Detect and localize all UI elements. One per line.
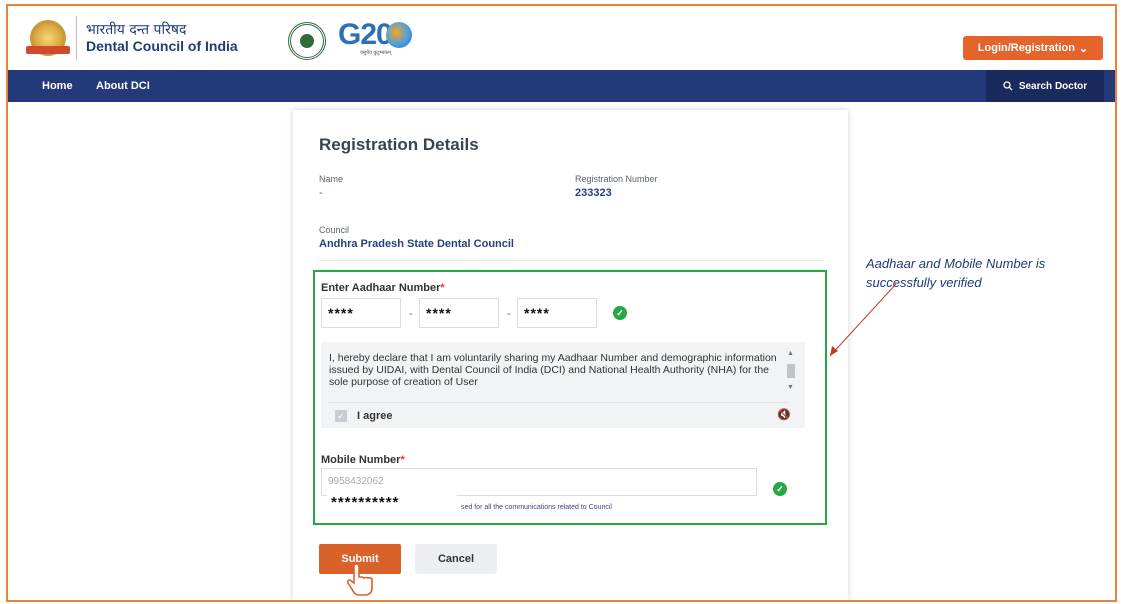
aadhaar-input-part2[interactable]: **** — [419, 298, 499, 328]
nav-item-home[interactable]: Home — [42, 70, 73, 102]
g20-globe-icon — [386, 22, 412, 48]
mobile-verified-check-icon: ✓ — [773, 482, 787, 496]
aadhaar-consent-panel: I, hereby declare that I am voluntarily … — [321, 342, 805, 428]
hand-pointer-icon — [346, 563, 373, 596]
mobile-number-label-text: Mobile Number — [321, 454, 401, 466]
name-value: - — [319, 187, 323, 199]
aadhaar-input-part1[interactable]: **** — [321, 298, 401, 328]
verified-highlight-box: Enter Aadhaar Number* **** - **** - ****… — [313, 270, 827, 525]
speaker-mute-icon[interactable]: 🔇 — [777, 408, 791, 421]
nav-item-about-dci[interactable]: About DCI — [96, 70, 150, 102]
agree-checkbox[interactable]: ✓ — [335, 410, 347, 422]
page-title: Registration Details — [319, 135, 479, 154]
aadhaar-label-text: Enter Aadhaar Number — [321, 282, 441, 294]
g20-logo: G20 — [338, 18, 393, 51]
mobile-number-mask: ********** — [327, 492, 457, 514]
logo-divider — [76, 16, 77, 60]
aadhaar-separator: - — [409, 308, 413, 320]
search-icon — [1003, 81, 1013, 91]
registration-card: Registration Details Name - Registration… — [293, 110, 848, 600]
scroll-down-icon[interactable]: ▼ — [787, 384, 794, 391]
consent-divider — [329, 402, 789, 403]
section-divider — [319, 260, 824, 261]
scroll-thumb[interactable] — [787, 364, 795, 378]
screenshot-frame: भारतीय दन्त परिषद Dental Council of Indi… — [6, 4, 1117, 602]
site-header: भारतीय दन्त परिषद Dental Council of Indi… — [8, 6, 1115, 70]
registration-number-label: Registration Number — [575, 174, 658, 184]
agree-label: I agree — [357, 410, 393, 422]
aadhaar-verified-check-icon: ✓ — [613, 306, 627, 320]
required-mark: * — [400, 454, 405, 466]
registration-number-value: 233323 — [575, 187, 612, 199]
login-registration-button[interactable]: Login/Registration ⌄ — [963, 36, 1103, 60]
aadhaar-separator: - — [507, 308, 511, 320]
scroll-up-icon[interactable]: ▲ — [787, 350, 794, 357]
required-mark: * — [440, 282, 445, 294]
mobile-help-text: sed for all the communications related t… — [461, 504, 612, 511]
chevron-down-icon: ⌄ — [1078, 42, 1089, 55]
search-doctor-button[interactable]: Search Doctor — [986, 70, 1104, 102]
g20-tagline: वसुधैव कुटुम्बकम् — [360, 50, 392, 56]
consent-scrollbar[interactable]: ▲ ▼ — [787, 350, 795, 396]
aadhaar-input-part3[interactable]: **** — [517, 298, 597, 328]
mobile-number-label: Mobile Number* — [321, 454, 405, 466]
dci-emblem-banner — [26, 46, 70, 54]
council-label: Council — [319, 225, 350, 235]
g20-emblem-icon — [288, 22, 326, 60]
aadhaar-label: Enter Aadhaar Number* — [321, 282, 445, 294]
org-name-hindi: भारतीय दन्त परिषद — [86, 22, 187, 38]
search-doctor-label: Search Doctor — [1018, 80, 1088, 92]
consent-text: I, hereby declare that I am voluntarily … — [329, 352, 777, 388]
name-label: Name — [319, 174, 344, 184]
org-name-english: Dental Council of India — [86, 38, 238, 54]
annotation-arrow-icon — [829, 283, 897, 357]
login-registration-label: Login/Registration — [977, 42, 1075, 54]
council-value: Andhra Pradesh State Dental Council — [319, 238, 514, 250]
cancel-button[interactable]: Cancel — [415, 544, 497, 574]
main-nav: Home About DCI Search Doctor — [8, 70, 1115, 102]
